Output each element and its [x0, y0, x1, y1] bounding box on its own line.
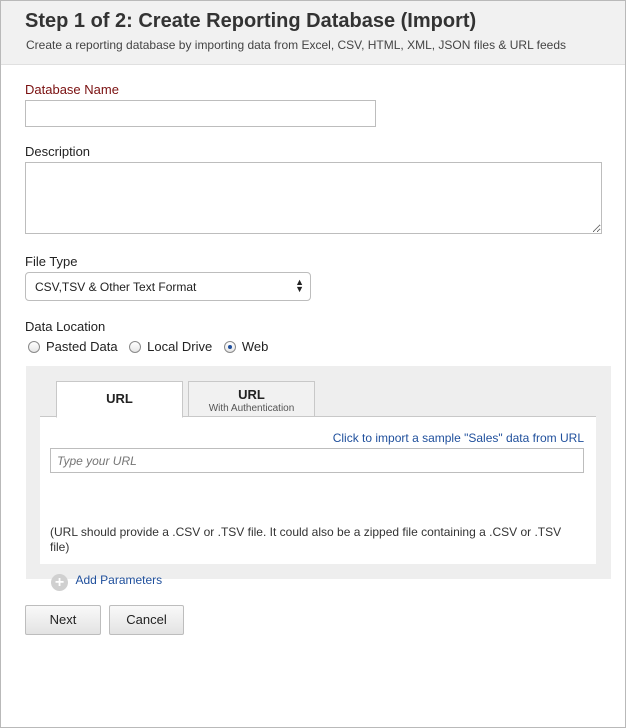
- radio-local-drive-control[interactable]: [129, 341, 142, 353]
- radio-pasted-data[interactable]: Pasted Data: [28, 339, 118, 354]
- url-tab-content: Click to import a sample "Sales" data fr…: [40, 417, 596, 591]
- add-parameters[interactable]: + Add Parameters: [51, 571, 162, 591]
- page-title: Step 1 of 2: Create Reporting Database (…: [25, 10, 477, 32]
- cancel-button[interactable]: Cancel: [109, 605, 184, 635]
- select-arrows-icon: ▲ ▼: [295, 277, 304, 294]
- radio-local-drive[interactable]: Local Drive: [129, 339, 212, 354]
- web-source-panel: URL URL With Authentication Click to imp…: [26, 366, 611, 591]
- data-location-label: Data Location: [25, 319, 106, 334]
- import-sample-link[interactable]: Click to import a sample "Sales" data fr…: [333, 431, 584, 445]
- database-name-label: Database Name: [25, 82, 119, 97]
- radio-pasted-data-label: Pasted Data: [46, 339, 118, 354]
- database-name-input[interactable]: [25, 100, 376, 127]
- tab-url-label: URL: [106, 391, 133, 406]
- radio-local-drive-label: Local Drive: [147, 339, 213, 354]
- tab-url-with-authentication[interactable]: URL With Authentication: [188, 381, 315, 417]
- next-button[interactable]: Next: [25, 605, 101, 635]
- file-type-select[interactable]: CSV,TSV & Other Text Format ▲ ▼: [25, 272, 311, 301]
- radio-web[interactable]: Web: [223, 339, 269, 354]
- file-type-selected-value: CSV,TSV & Other Text Format: [35, 280, 197, 294]
- header: Step 1 of 2: Create Reporting Database (…: [1, 1, 625, 65]
- plus-circle-icon: +: [51, 574, 68, 591]
- description-textarea[interactable]: [25, 162, 602, 234]
- radio-pasted-data-control[interactable]: [28, 341, 40, 353]
- url-input[interactable]: [50, 448, 584, 473]
- tab-url-auth-sublabel: With Authentication: [208, 403, 295, 414]
- url-help-note: (URL should provide a .CSV or .TSV file.…: [50, 525, 562, 554]
- radio-web-control[interactable]: [223, 341, 236, 353]
- tab-url-auth-label: URL: [238, 387, 265, 402]
- dialog: Step 1 of 2: Create Reporting Database (…: [0, 0, 626, 728]
- radio-web-label: Web: [241, 339, 269, 354]
- add-parameters-link[interactable]: Add Parameters: [75, 573, 162, 587]
- data-location-radio-group: Pasted Data Local Drive Web: [28, 339, 276, 354]
- page-subtitle: Create a reporting database by importing…: [26, 38, 567, 52]
- tab-url[interactable]: URL: [56, 381, 183, 418]
- description-label: Description: [25, 144, 91, 159]
- file-type-label: File Type: [25, 254, 78, 269]
